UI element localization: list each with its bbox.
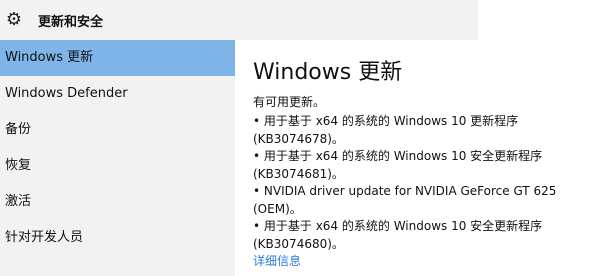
sidebar-item-windows-defender[interactable]: Windows Defender <box>0 76 235 112</box>
details-link[interactable]: 详细信息 <box>253 252 301 269</box>
title-bar-blank <box>478 0 600 40</box>
update-item: • 用于基于 x64 的系统的 Windows 10 更新程序 (KB30746… <box>253 112 518 148</box>
update-item: • 用于基于 x64 的系统的 Windows 10 安全更新程序 (KB307… <box>253 147 542 183</box>
update-item-line2: (KB3074681)。 <box>253 167 344 181</box>
update-item-line1: • 用于基于 x64 的系统的 Windows 10 安全更新程序 <box>253 219 543 233</box>
main-content: Windows 更新 有可用更新。 • 用于基于 x64 的系统的 Window… <box>235 40 600 276</box>
gear-icon: ⚙ <box>5 9 23 30</box>
sidebar: Windows 更新 Windows Defender 备份 恢复 激活 针对开… <box>0 40 235 276</box>
sidebar-item-activation[interactable]: 激活 <box>0 184 235 220</box>
update-item-line1: • 用于基于 x64 的系统的 Windows 10 更新程序 <box>253 114 519 128</box>
sidebar-item-for-developers[interactable]: 针对开发人员 <box>0 220 235 256</box>
update-item: • 用于基于 x64 的系统的 Windows 10 安全更新程序 (KB307… <box>253 217 542 253</box>
sidebar-item-recovery[interactable]: 恢复 <box>0 148 235 184</box>
sidebar-item-windows-update[interactable]: Windows 更新 <box>0 40 235 76</box>
update-item-line2: (OEM)。 <box>253 202 302 216</box>
update-status: 有可用更新。 <box>253 95 326 109</box>
update-item: • NVIDIA driver update for NVIDIA GeForc… <box>253 182 556 218</box>
update-item-line2: (KB3074678)。 <box>253 132 344 146</box>
update-item-line1: • 用于基于 x64 的系统的 Windows 10 安全更新程序 <box>253 149 543 163</box>
page-title: Windows 更新 <box>253 60 403 85</box>
page-header-title: 更新和安全 <box>38 15 104 30</box>
update-item-line1: • NVIDIA driver update for NVIDIA GeForc… <box>253 184 557 198</box>
sidebar-item-backup[interactable]: 备份 <box>0 112 235 148</box>
update-item-line2: (KB3074680)。 <box>253 237 344 251</box>
